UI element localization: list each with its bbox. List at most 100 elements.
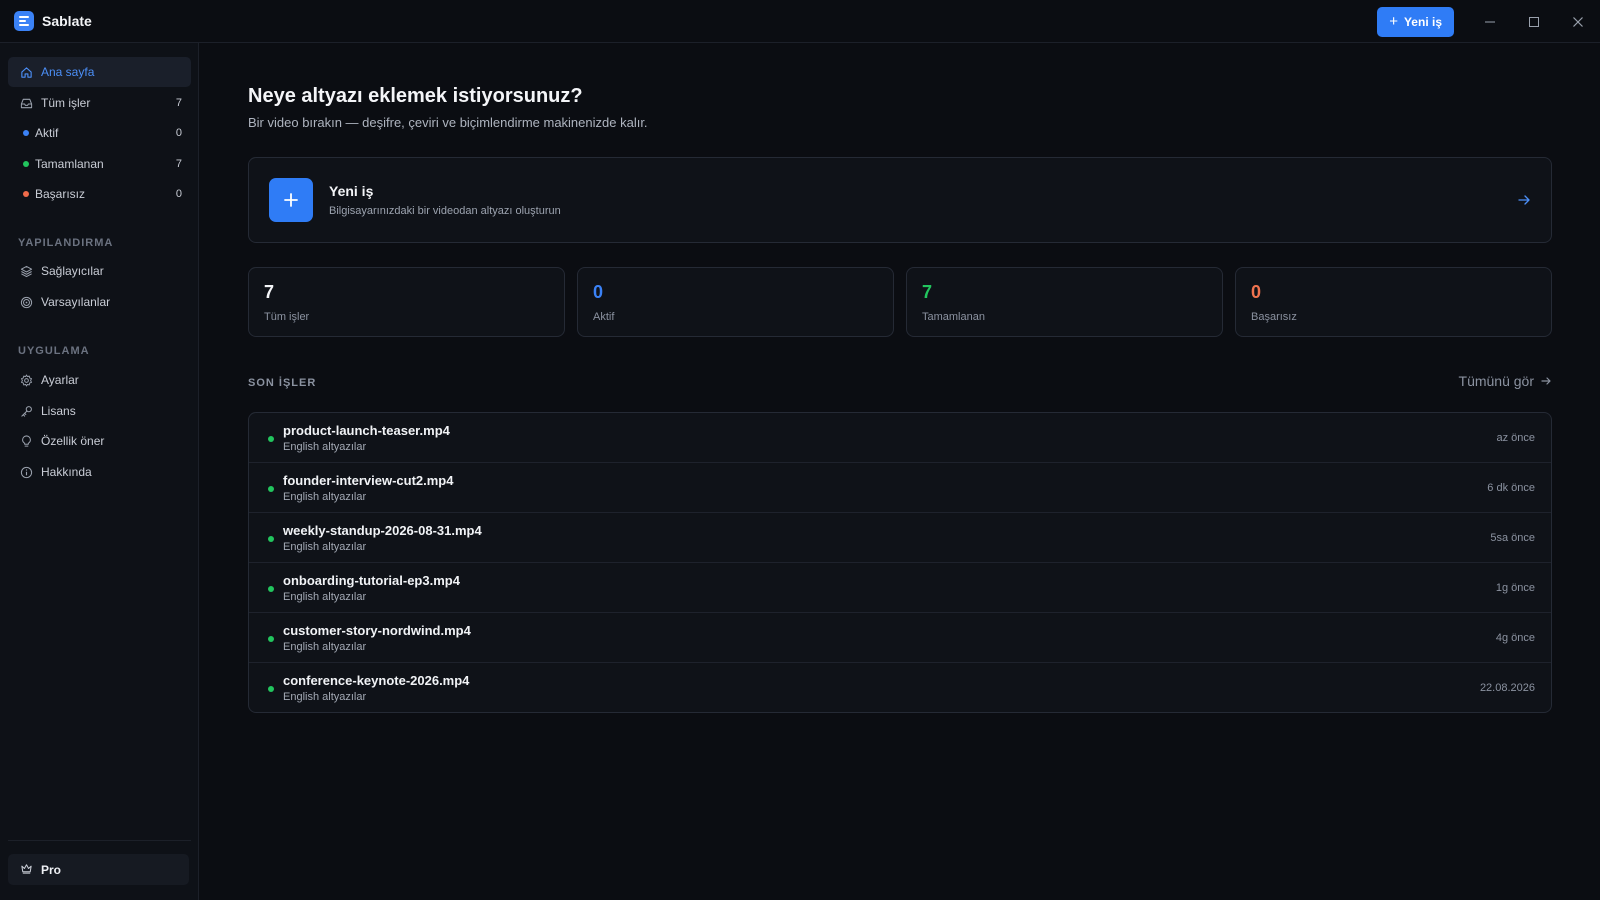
close-icon bbox=[1573, 16, 1583, 27]
sidebar-item-label: Lisans bbox=[41, 404, 76, 418]
arrow-right-icon bbox=[1541, 377, 1551, 385]
stat-value: 7 bbox=[264, 282, 275, 302]
sidebar-item-providers[interactable]: Sağlayıcılar bbox=[8, 256, 191, 286]
sidebar-item-failed[interactable]: Başarısız 0 bbox=[8, 179, 191, 209]
stat-value: 0 bbox=[1251, 282, 1262, 302]
stat-card-active: 0 Aktif bbox=[577, 267, 894, 337]
stat-card-all-jobs: 7 Tüm işler bbox=[248, 267, 565, 337]
status-dot-icon bbox=[268, 436, 274, 442]
minimize-button[interactable] bbox=[1468, 0, 1512, 43]
app-name: Sablate bbox=[42, 13, 92, 29]
job-subtitle: English altyazılar bbox=[283, 691, 367, 703]
status-dot-icon bbox=[268, 686, 274, 692]
sidebar-item-label: Ana sayfa bbox=[41, 65, 95, 79]
count-badge: 0 bbox=[175, 188, 182, 200]
layers-icon bbox=[19, 264, 33, 278]
job-time: 6 dk önce bbox=[1487, 482, 1535, 494]
sidebar-item-label: Başarısız bbox=[35, 187, 86, 201]
see-all-link[interactable]: Tümünü gör bbox=[1459, 373, 1552, 389]
maximize-icon bbox=[1529, 16, 1539, 27]
stat-card-completed: 7 Tamamlanan bbox=[906, 267, 1223, 337]
sidebar-item-license[interactable]: Lisans bbox=[8, 396, 191, 426]
pro-button[interactable]: Pro bbox=[8, 854, 189, 885]
job-time: az önce bbox=[1496, 432, 1535, 444]
page-subtitle: Bir video bırakın — deşifre, çeviri ve b… bbox=[248, 115, 648, 130]
sidebar-item-label: Varsayılanlar bbox=[41, 295, 111, 309]
sidebar-item-settings[interactable]: Ayarlar bbox=[8, 365, 191, 395]
key-icon bbox=[19, 404, 33, 418]
job-time: 4g önce bbox=[1495, 632, 1535, 644]
section-title-app: UYGULAMA bbox=[18, 345, 90, 357]
job-row[interactable]: onboarding-tutorial-ep3.mp4 English alty… bbox=[249, 563, 1551, 613]
sidebar-item-completed[interactable]: Tamamlanan 7 bbox=[8, 149, 191, 179]
crown-icon bbox=[20, 862, 33, 878]
app-logo-icon bbox=[14, 11, 34, 31]
job-row[interactable]: conference-keynote-2026.mp4 English alty… bbox=[249, 663, 1551, 712]
status-dot-icon bbox=[268, 586, 274, 592]
job-row[interactable]: founder-interview-cut2.mp4 English altya… bbox=[249, 463, 1551, 513]
close-button[interactable] bbox=[1556, 0, 1600, 43]
count-badge: 7 bbox=[175, 97, 182, 109]
stat-label: Başarısız bbox=[1251, 311, 1297, 323]
recent-jobs-list: product-launch-teaser.mp4 English altyaz… bbox=[248, 412, 1552, 713]
new-job-card[interactable]: Yeni iş Bilgisayarınızdaki bir videodan … bbox=[248, 157, 1552, 243]
title-bar: Sablate + Yeni iş bbox=[0, 0, 1600, 43]
app-window: Sablate + Yeni iş Ana sayfa Tüm işler 7 … bbox=[0, 0, 1600, 900]
maximize-button[interactable] bbox=[1512, 0, 1556, 43]
sidebar-divider bbox=[8, 840, 191, 841]
job-name: founder-interview-cut2.mp4 bbox=[283, 473, 454, 488]
plus-icon: + bbox=[1389, 13, 1398, 30]
sidebar-item-active[interactable]: Aktif 0 bbox=[8, 118, 191, 148]
page-title: Neye altyazı eklemek istiyorsunuz? bbox=[248, 85, 583, 107]
sidebar-item-label: Aktif bbox=[35, 126, 59, 140]
sidebar-item-label: Sağlayıcılar bbox=[41, 264, 104, 278]
new-job-button[interactable]: + Yeni iş bbox=[1377, 6, 1454, 37]
target-icon bbox=[19, 295, 33, 309]
main-content: Neye altyazı eklemek istiyorsunuz? Bir v… bbox=[199, 43, 1600, 900]
info-icon bbox=[19, 465, 33, 479]
sidebar-item-about[interactable]: Hakkında bbox=[8, 457, 191, 487]
home-icon bbox=[19, 65, 33, 79]
brand: Sablate bbox=[14, 11, 92, 31]
stat-card-failed: 0 Başarısız bbox=[1235, 267, 1552, 337]
job-row[interactable]: product-launch-teaser.mp4 English altyaz… bbox=[249, 413, 1551, 463]
lightbulb-icon bbox=[19, 434, 33, 448]
status-dot-icon bbox=[268, 486, 274, 492]
plus-icon bbox=[269, 178, 313, 222]
job-name: customer-story-nordwind.mp4 bbox=[283, 623, 471, 638]
new-job-card-subtitle: Bilgisayarınızdaki bir videodan altyazı … bbox=[329, 205, 561, 217]
new-job-card-title: Yeni iş bbox=[329, 183, 374, 199]
sidebar-item-home[interactable]: Ana sayfa bbox=[8, 57, 191, 87]
sidebar-item-all-jobs[interactable]: Tüm işler 7 bbox=[8, 88, 191, 118]
see-all-label: Tümünü gör bbox=[1458, 373, 1534, 389]
job-time: 1g önce bbox=[1495, 582, 1535, 594]
job-name: weekly-standup-2026-08-31.mp4 bbox=[283, 523, 482, 538]
stat-value: 0 bbox=[593, 282, 604, 302]
recent-jobs-title: SON İŞLER bbox=[248, 377, 317, 389]
job-time: 5sa önce bbox=[1490, 532, 1535, 544]
job-row[interactable]: weekly-standup-2026-08-31.mp4 English al… bbox=[249, 513, 1551, 563]
sidebar-item-label: Hakkında bbox=[41, 465, 92, 479]
section-title-config: YAPILANDIRMA bbox=[18, 237, 114, 249]
job-subtitle: English altyazılar bbox=[283, 541, 367, 553]
status-dot-icon bbox=[268, 536, 274, 542]
count-badge: 0 bbox=[175, 127, 182, 139]
count-badge: 7 bbox=[175, 158, 182, 170]
sidebar-item-label: Tamamlanan bbox=[35, 157, 104, 171]
new-job-label: Yeni iş bbox=[1403, 14, 1442, 29]
status-dot-icon bbox=[19, 126, 33, 140]
status-dot-icon bbox=[19, 187, 33, 201]
sidebar-item-defaults[interactable]: Varsayılanlar bbox=[8, 287, 191, 317]
job-name: onboarding-tutorial-ep3.mp4 bbox=[283, 573, 460, 588]
status-dot-icon bbox=[268, 636, 274, 642]
job-row[interactable]: customer-story-nordwind.mp4 English alty… bbox=[249, 613, 1551, 663]
job-subtitle: English altyazılar bbox=[283, 491, 367, 503]
job-subtitle: English altyazılar bbox=[283, 641, 367, 653]
pro-label: Pro bbox=[41, 862, 62, 877]
stat-label: Aktif bbox=[593, 311, 615, 323]
job-subtitle: English altyazılar bbox=[283, 591, 367, 603]
sidebar: Ana sayfa Tüm işler 7 Aktif 0 Tamamlanan… bbox=[0, 43, 199, 900]
status-dot-icon bbox=[19, 157, 33, 171]
job-name: product-launch-teaser.mp4 bbox=[283, 423, 450, 438]
sidebar-item-suggest-feature[interactable]: Özellik öner bbox=[8, 426, 191, 456]
